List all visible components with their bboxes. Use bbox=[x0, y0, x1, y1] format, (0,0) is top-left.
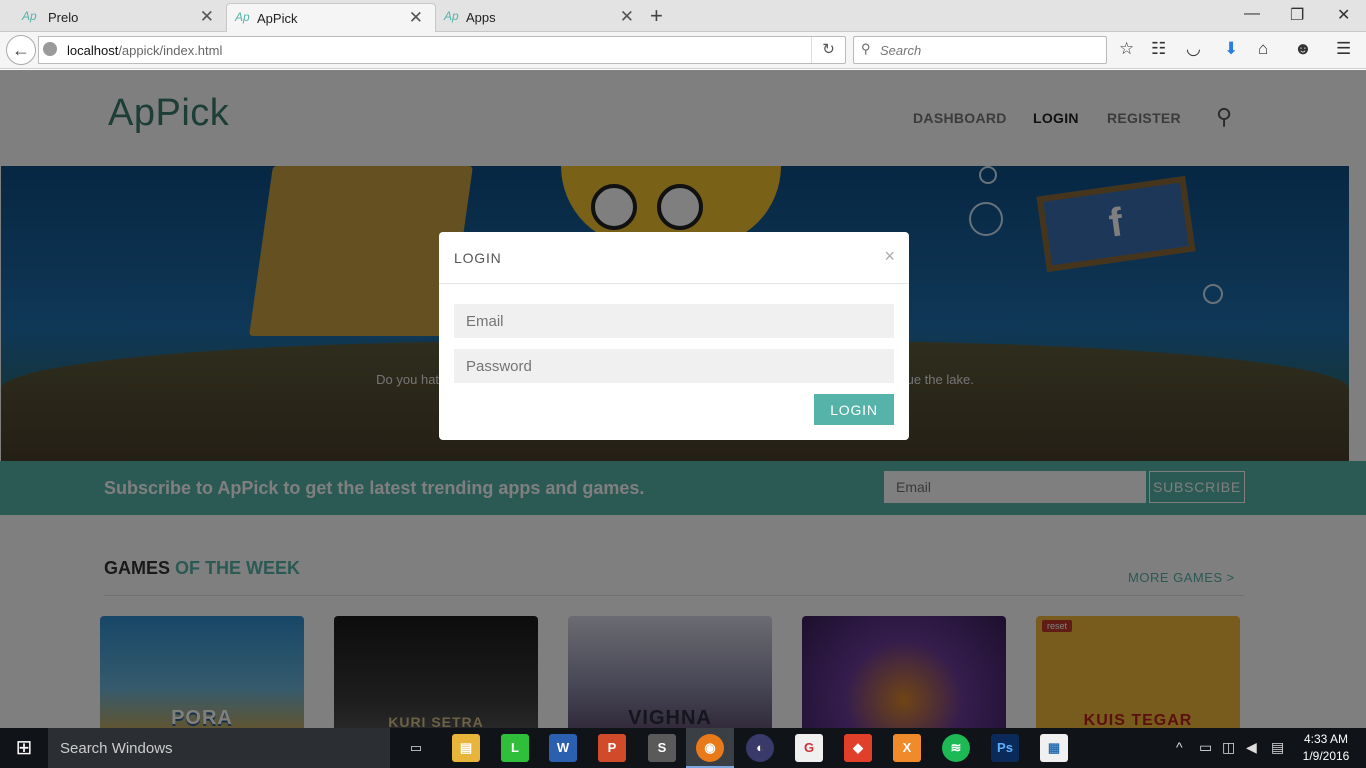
search-bar[interactable]: ⚲ Search bbox=[853, 36, 1107, 64]
close-tab-icon[interactable]: ✕ bbox=[409, 8, 423, 28]
photos-icon[interactable]: ▦ bbox=[1040, 734, 1068, 762]
tab-favicon: Ap bbox=[22, 9, 37, 23]
firefox-icon[interactable]: ◉ bbox=[696, 734, 724, 762]
xampp-icon[interactable]: X bbox=[893, 734, 921, 762]
maximize-button[interactable]: ❐ bbox=[1290, 5, 1304, 25]
back-button[interactable]: ← bbox=[6, 35, 36, 65]
network-icon[interactable]: ◫ bbox=[1222, 739, 1235, 756]
tab-appick[interactable]: Ap ApPick ✕ bbox=[226, 3, 436, 32]
tab-prelo[interactable]: Ap Prelo ✕ bbox=[0, 3, 226, 32]
search-icon: ⚲ bbox=[861, 41, 871, 56]
modal-header: LOGIN × bbox=[439, 232, 909, 284]
search-placeholder: Search bbox=[880, 43, 922, 58]
pocket-icon[interactable]: ◡ bbox=[1186, 39, 1201, 59]
git-icon[interactable]: ◆ bbox=[844, 734, 872, 762]
new-tab-button[interactable]: + bbox=[650, 3, 663, 29]
home-icon[interactable]: ⌂ bbox=[1258, 39, 1268, 59]
windows-start-icon[interactable]: ⊞ bbox=[0, 728, 48, 768]
reload-icon[interactable]: ↻ bbox=[811, 37, 845, 63]
address-bar[interactable]: localhost/appick/index.html ↻ bbox=[38, 36, 846, 64]
windows-taskbar: ⊞ Search Windows ▭ ▤ L W P S ◉ ◐ G ◆ X ≋… bbox=[0, 728, 1366, 768]
file-explorer-icon[interactable]: ▤ bbox=[452, 734, 480, 762]
tab-favicon: Ap bbox=[235, 10, 250, 24]
tab-label: ApPick bbox=[257, 10, 298, 26]
volume-icon[interactable]: ◀ bbox=[1246, 739, 1257, 756]
browser-tab-bar: Ap Prelo ✕ Ap ApPick ✕ Ap Apps ✕ + — ❐ ✕ bbox=[0, 0, 1366, 32]
taskbar-search[interactable]: Search Windows bbox=[48, 728, 390, 768]
site-identity-icon[interactable] bbox=[43, 42, 57, 56]
login-modal: LOGIN × LOGIN bbox=[439, 232, 909, 440]
close-tab-icon[interactable]: ✕ bbox=[620, 7, 634, 27]
login-button[interactable]: LOGIN bbox=[814, 394, 894, 425]
taskbar-search-placeholder: Search Windows bbox=[60, 740, 173, 757]
page-content: ApPick DASHBOARD LOGIN REGISTER ⚲ f Do y… bbox=[0, 70, 1366, 728]
powerpoint-icon[interactable]: P bbox=[598, 734, 626, 762]
address-url[interactable]: localhost/appick/index.html bbox=[67, 43, 222, 58]
browser-nav-bar: ← localhost/appick/index.html ↻ ⚲ Search… bbox=[0, 32, 1366, 69]
taskbar-clock[interactable]: 4:33 AM 1/9/2016 bbox=[1296, 731, 1356, 765]
clock-date: 1/9/2016 bbox=[1302, 749, 1350, 763]
close-window-button[interactable]: ✕ bbox=[1337, 5, 1350, 25]
photoshop-icon[interactable]: Ps bbox=[991, 734, 1019, 762]
word-icon[interactable]: W bbox=[549, 734, 577, 762]
clock-time: 4:33 AM bbox=[1303, 732, 1349, 746]
close-icon[interactable]: × bbox=[884, 246, 895, 267]
eclipse-icon[interactable]: ◐ bbox=[746, 734, 774, 762]
sublime-text-icon[interactable]: S bbox=[648, 734, 676, 762]
minimize-button[interactable]: — bbox=[1244, 5, 1260, 23]
close-tab-icon[interactable]: ✕ bbox=[200, 7, 214, 27]
tab-favicon: Ap bbox=[444, 9, 459, 23]
bookmarks-list-icon[interactable]: ☷ bbox=[1151, 39, 1166, 59]
modal-title: LOGIN bbox=[454, 250, 502, 266]
spotify-icon[interactable]: ≋ bbox=[942, 734, 970, 762]
battery-icon[interactable]: ▭ bbox=[1199, 739, 1212, 756]
task-view-icon[interactable]: ▭ bbox=[402, 734, 430, 762]
show-hidden-icons-icon[interactable]: ^ bbox=[1176, 739, 1183, 755]
email-field[interactable] bbox=[454, 304, 894, 338]
menu-icon[interactable]: ☰ bbox=[1336, 39, 1351, 59]
notifications-icon[interactable]: ▤ bbox=[1271, 739, 1284, 756]
bookmark-star-icon[interactable]: ☆ bbox=[1119, 39, 1134, 59]
line-app-icon[interactable]: L bbox=[501, 734, 529, 762]
chat-icon[interactable]: ☻ bbox=[1294, 39, 1312, 59]
tab-label: Apps bbox=[466, 10, 496, 25]
smartgit-icon[interactable]: G bbox=[795, 734, 823, 762]
tab-label: Prelo bbox=[48, 10, 79, 25]
password-field[interactable] bbox=[454, 349, 894, 383]
download-icon[interactable]: ⬇ bbox=[1224, 39, 1238, 59]
tab-apps[interactable]: Ap Apps ✕ bbox=[436, 3, 646, 32]
